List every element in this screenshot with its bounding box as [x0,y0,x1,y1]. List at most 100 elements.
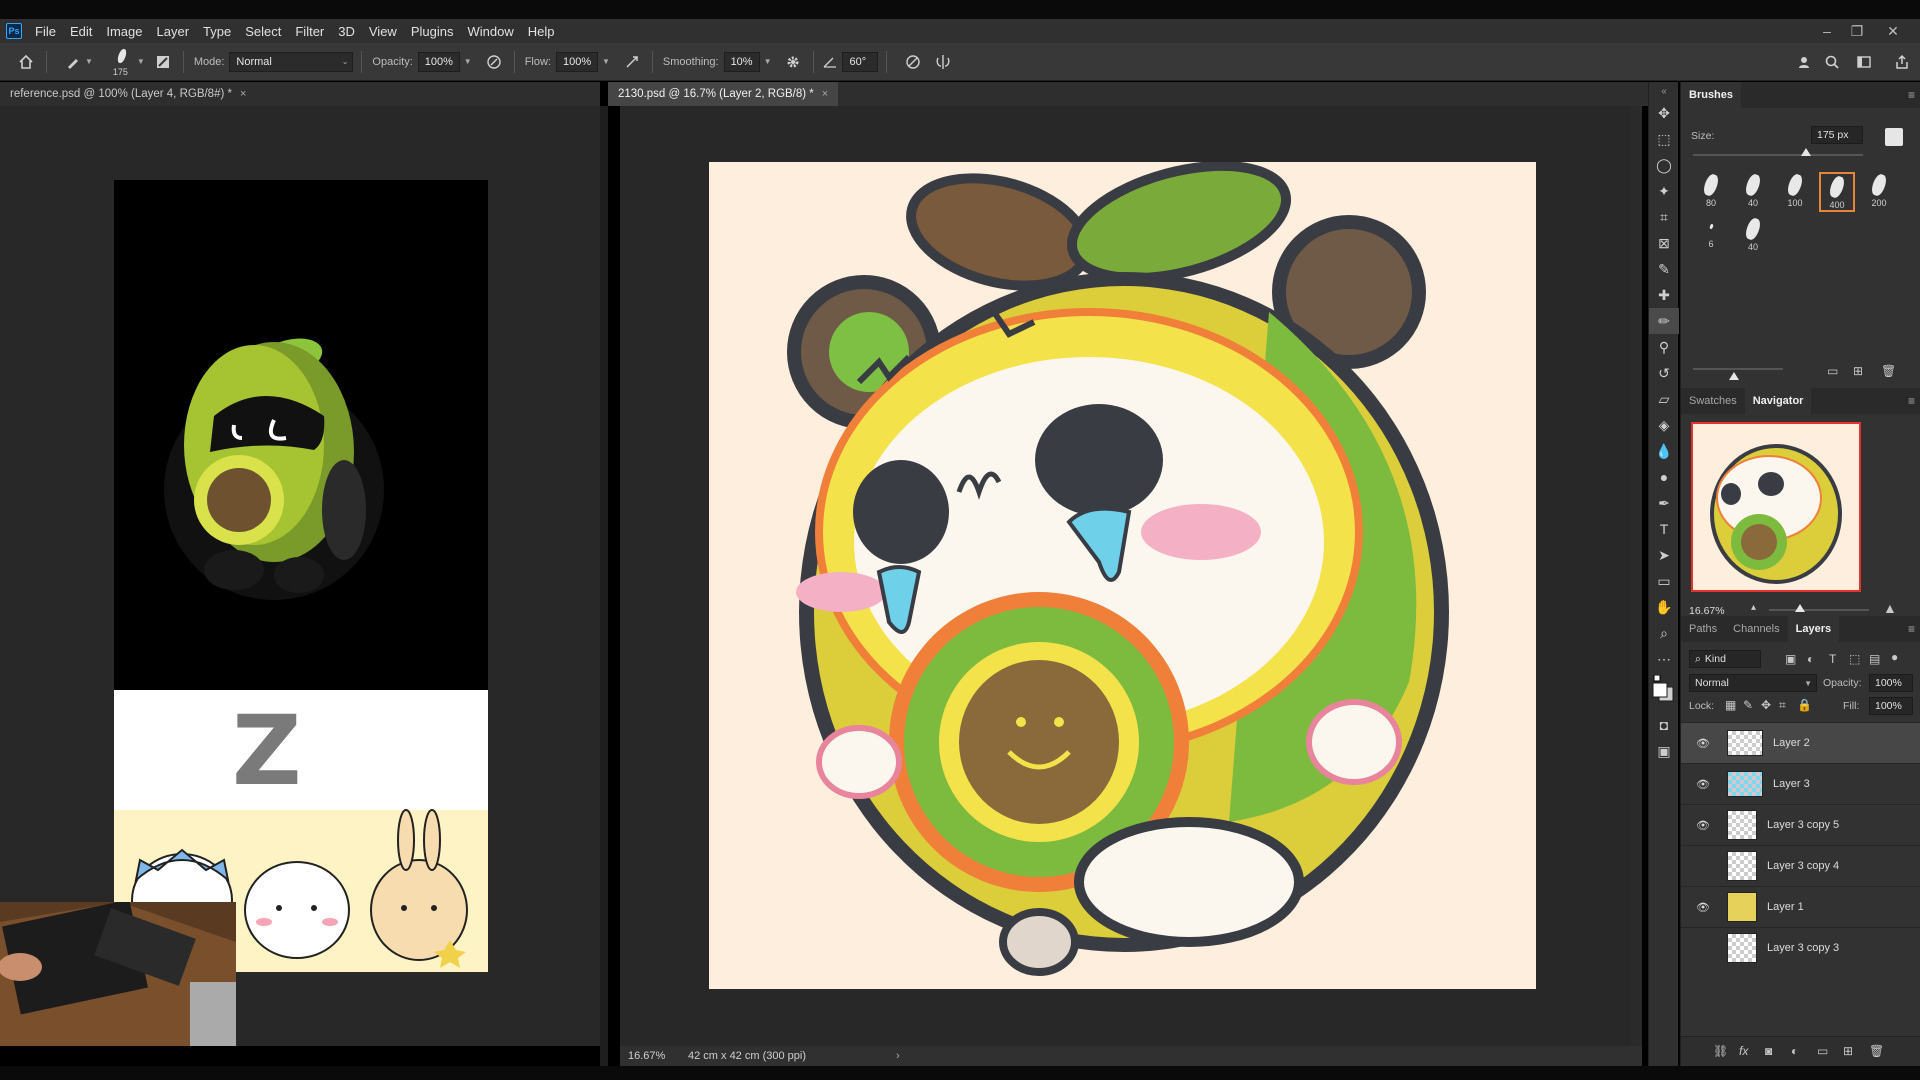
navigator-zoom-slider-thumb[interactable] [1795,604,1805,612]
symmetry-icon[interactable] [931,50,955,74]
brush-tip-100[interactable]: 100 [1777,172,1813,212]
quick-mask-icon[interactable]: ◘ [1649,712,1679,738]
new-group-icon[interactable]: ▭ [1827,364,1838,378]
flow-input[interactable]: 100% [555,51,598,72]
eye-icon[interactable]: 👁 [1693,778,1713,791]
menu-file[interactable]: File [28,24,63,39]
crop-tool-icon[interactable]: ⌗ [1649,204,1679,230]
search-icon[interactable] [1820,50,1844,74]
eye-icon[interactable]: 👁 [1693,819,1713,832]
layer-blend-mode-select[interactable]: Normal ▼ [1689,674,1817,692]
brush-tool-icon[interactable]: ✏ [1649,308,1679,334]
magic-wand-tool-icon[interactable]: ✦ [1649,178,1679,204]
tab-reference-psd[interactable]: reference.psd @ 100% (Layer 4, RGB/8#) *… [0,82,256,106]
tab-layers[interactable]: Layers [1787,616,1840,642]
status-more-icon[interactable]: › [896,1050,900,1062]
brush-settings-icon[interactable] [151,50,175,74]
layer-row[interactable]: 👁 Layer 3 copy 3 [1681,927,1920,968]
panel-menu-icon[interactable]: ≡ [1908,394,1915,408]
reference-image[interactable]: Z [114,180,488,972]
hand-tool-icon[interactable]: ✋ [1649,594,1679,620]
adjustment-layer-icon[interactable]: ◐ [1791,1044,1798,1058]
new-brush-icon[interactable]: ⊞ [1853,364,1863,378]
menu-layer[interactable]: Layer [150,24,197,39]
pressure-opacity-icon[interactable] [482,50,506,74]
blur-tool-icon[interactable]: 💧 [1649,438,1679,464]
visibility-toggle[interactable]: 👁 [1693,860,1713,873]
lock-transparent-icon[interactable]: ▦ [1725,698,1736,712]
panel-menu-icon[interactable]: ≡ [1908,622,1915,636]
mode-select[interactable]: Normal ⌄ [229,51,354,72]
lock-image-icon[interactable]: ✎ [1743,698,1753,712]
frame-tool-icon[interactable]: ⊠ [1649,230,1679,256]
workspace-icon[interactable] [1852,50,1876,74]
close-icon[interactable]: × [240,88,246,100]
trash-icon[interactable]: 🗑 [1869,1044,1884,1058]
menu-window[interactable]: Window [460,24,520,39]
share-icon[interactable] [1890,50,1914,74]
menu-select[interactable]: Select [238,24,288,39]
opacity-dropdown-icon[interactable]: ▼ [464,57,472,66]
preview-size-slider[interactable] [1693,368,1783,370]
brush-tool-preset-icon[interactable] [61,50,85,74]
brush-tip-40b[interactable]: 40 [1735,216,1771,256]
brush-tip-80[interactable]: 80 [1693,172,1729,212]
eye-icon[interactable]: 👁 [1693,737,1713,750]
visibility-toggle[interactable]: 👁 [1693,942,1713,955]
angle-input[interactable]: 60° [842,51,879,72]
rectangle-tool-icon[interactable]: ▭ [1649,568,1679,594]
lock-all-icon[interactable]: 🔒 [1797,698,1812,712]
filter-adjustment-icon[interactable]: ◐ [1807,652,1814,666]
status-zoom[interactable]: 16.67% [628,1050,688,1062]
menu-type[interactable]: Type [196,24,238,39]
history-brush-tool-icon[interactable]: ↺ [1649,360,1679,386]
filter-pixel-icon[interactable]: ▣ [1785,652,1796,666]
smoothing-dropdown-icon[interactable]: ▼ [764,57,772,66]
tab-channels[interactable]: Channels [1725,616,1787,642]
brush-size-slider[interactable] [1693,154,1863,156]
eraser-tool-icon[interactable]: ▱ [1649,386,1679,412]
restore-button[interactable]: ❐ [1842,19,1872,43]
filter-shape-icon[interactable]: ⬚ [1849,652,1860,666]
close-icon[interactable]: × [822,88,828,100]
flow-dropdown-icon[interactable]: ▼ [602,57,610,66]
panel-menu-icon[interactable]: ≡ [1908,88,1915,102]
tab-brushes[interactable]: Brushes [1681,82,1742,108]
healing-brush-tool-icon[interactable]: ✚ [1649,282,1679,308]
menu-filter[interactable]: Filter [288,24,331,39]
marquee-tool-icon[interactable]: ⬚ [1649,126,1679,152]
link-layers-icon[interactable]: ⛓ [1713,1044,1728,1058]
preset-dropdown-icon[interactable]: ▼ [85,57,93,66]
brush-size-slider-thumb[interactable] [1801,148,1811,156]
opacity-input[interactable]: 100% [417,51,460,72]
brush-settings-toggle-icon[interactable] [1885,128,1903,146]
fx-icon[interactable]: fx [1739,1044,1748,1058]
tab-swatches[interactable]: Swatches [1681,388,1745,414]
menu-plugins[interactable]: Plugins [404,24,461,39]
pressure-size-icon[interactable] [901,50,925,74]
paint-bucket-tool-icon[interactable]: ◈ [1649,412,1679,438]
dodge-tool-icon[interactable]: ● [1649,464,1679,490]
brush-tip-200[interactable]: 200 [1861,172,1897,212]
screen-mode-icon[interactable]: ▣ [1649,738,1679,764]
document-split-divider[interactable] [600,106,608,1080]
brush-tip-400[interactable]: 400 [1819,172,1855,212]
move-tool-icon[interactable]: ✥ [1649,100,1679,126]
lock-artboard-icon[interactable]: ⌗ [1779,698,1786,713]
trash-icon[interactable]: 🗑 [1881,364,1896,378]
eyedropper-tool-icon[interactable]: ✎ [1649,256,1679,282]
preview-size-slider-thumb[interactable] [1729,372,1739,380]
zoom-tool-icon[interactable]: ⌕ [1649,620,1679,646]
airbrush-icon[interactable] [620,50,644,74]
brush-size-input[interactable]: 175 px [1811,126,1863,144]
type-tool-icon[interactable]: T [1649,516,1679,542]
lasso-tool-icon[interactable]: ◯ [1649,152,1679,178]
cloud-user-icon[interactable] [1792,50,1816,74]
eye-icon[interactable]: 👁 [1693,901,1713,914]
brush-tip-6[interactable]: 6 [1693,216,1729,256]
menu-image[interactable]: Image [99,24,149,39]
collapse-panels-icon[interactable]: « [1649,82,1679,100]
pen-tool-icon[interactable]: ✒ [1649,490,1679,516]
layer-row[interactable]: 👁 Layer 2 [1681,722,1920,763]
layer-kind-filter[interactable]: ⌕ Kind [1689,650,1761,668]
